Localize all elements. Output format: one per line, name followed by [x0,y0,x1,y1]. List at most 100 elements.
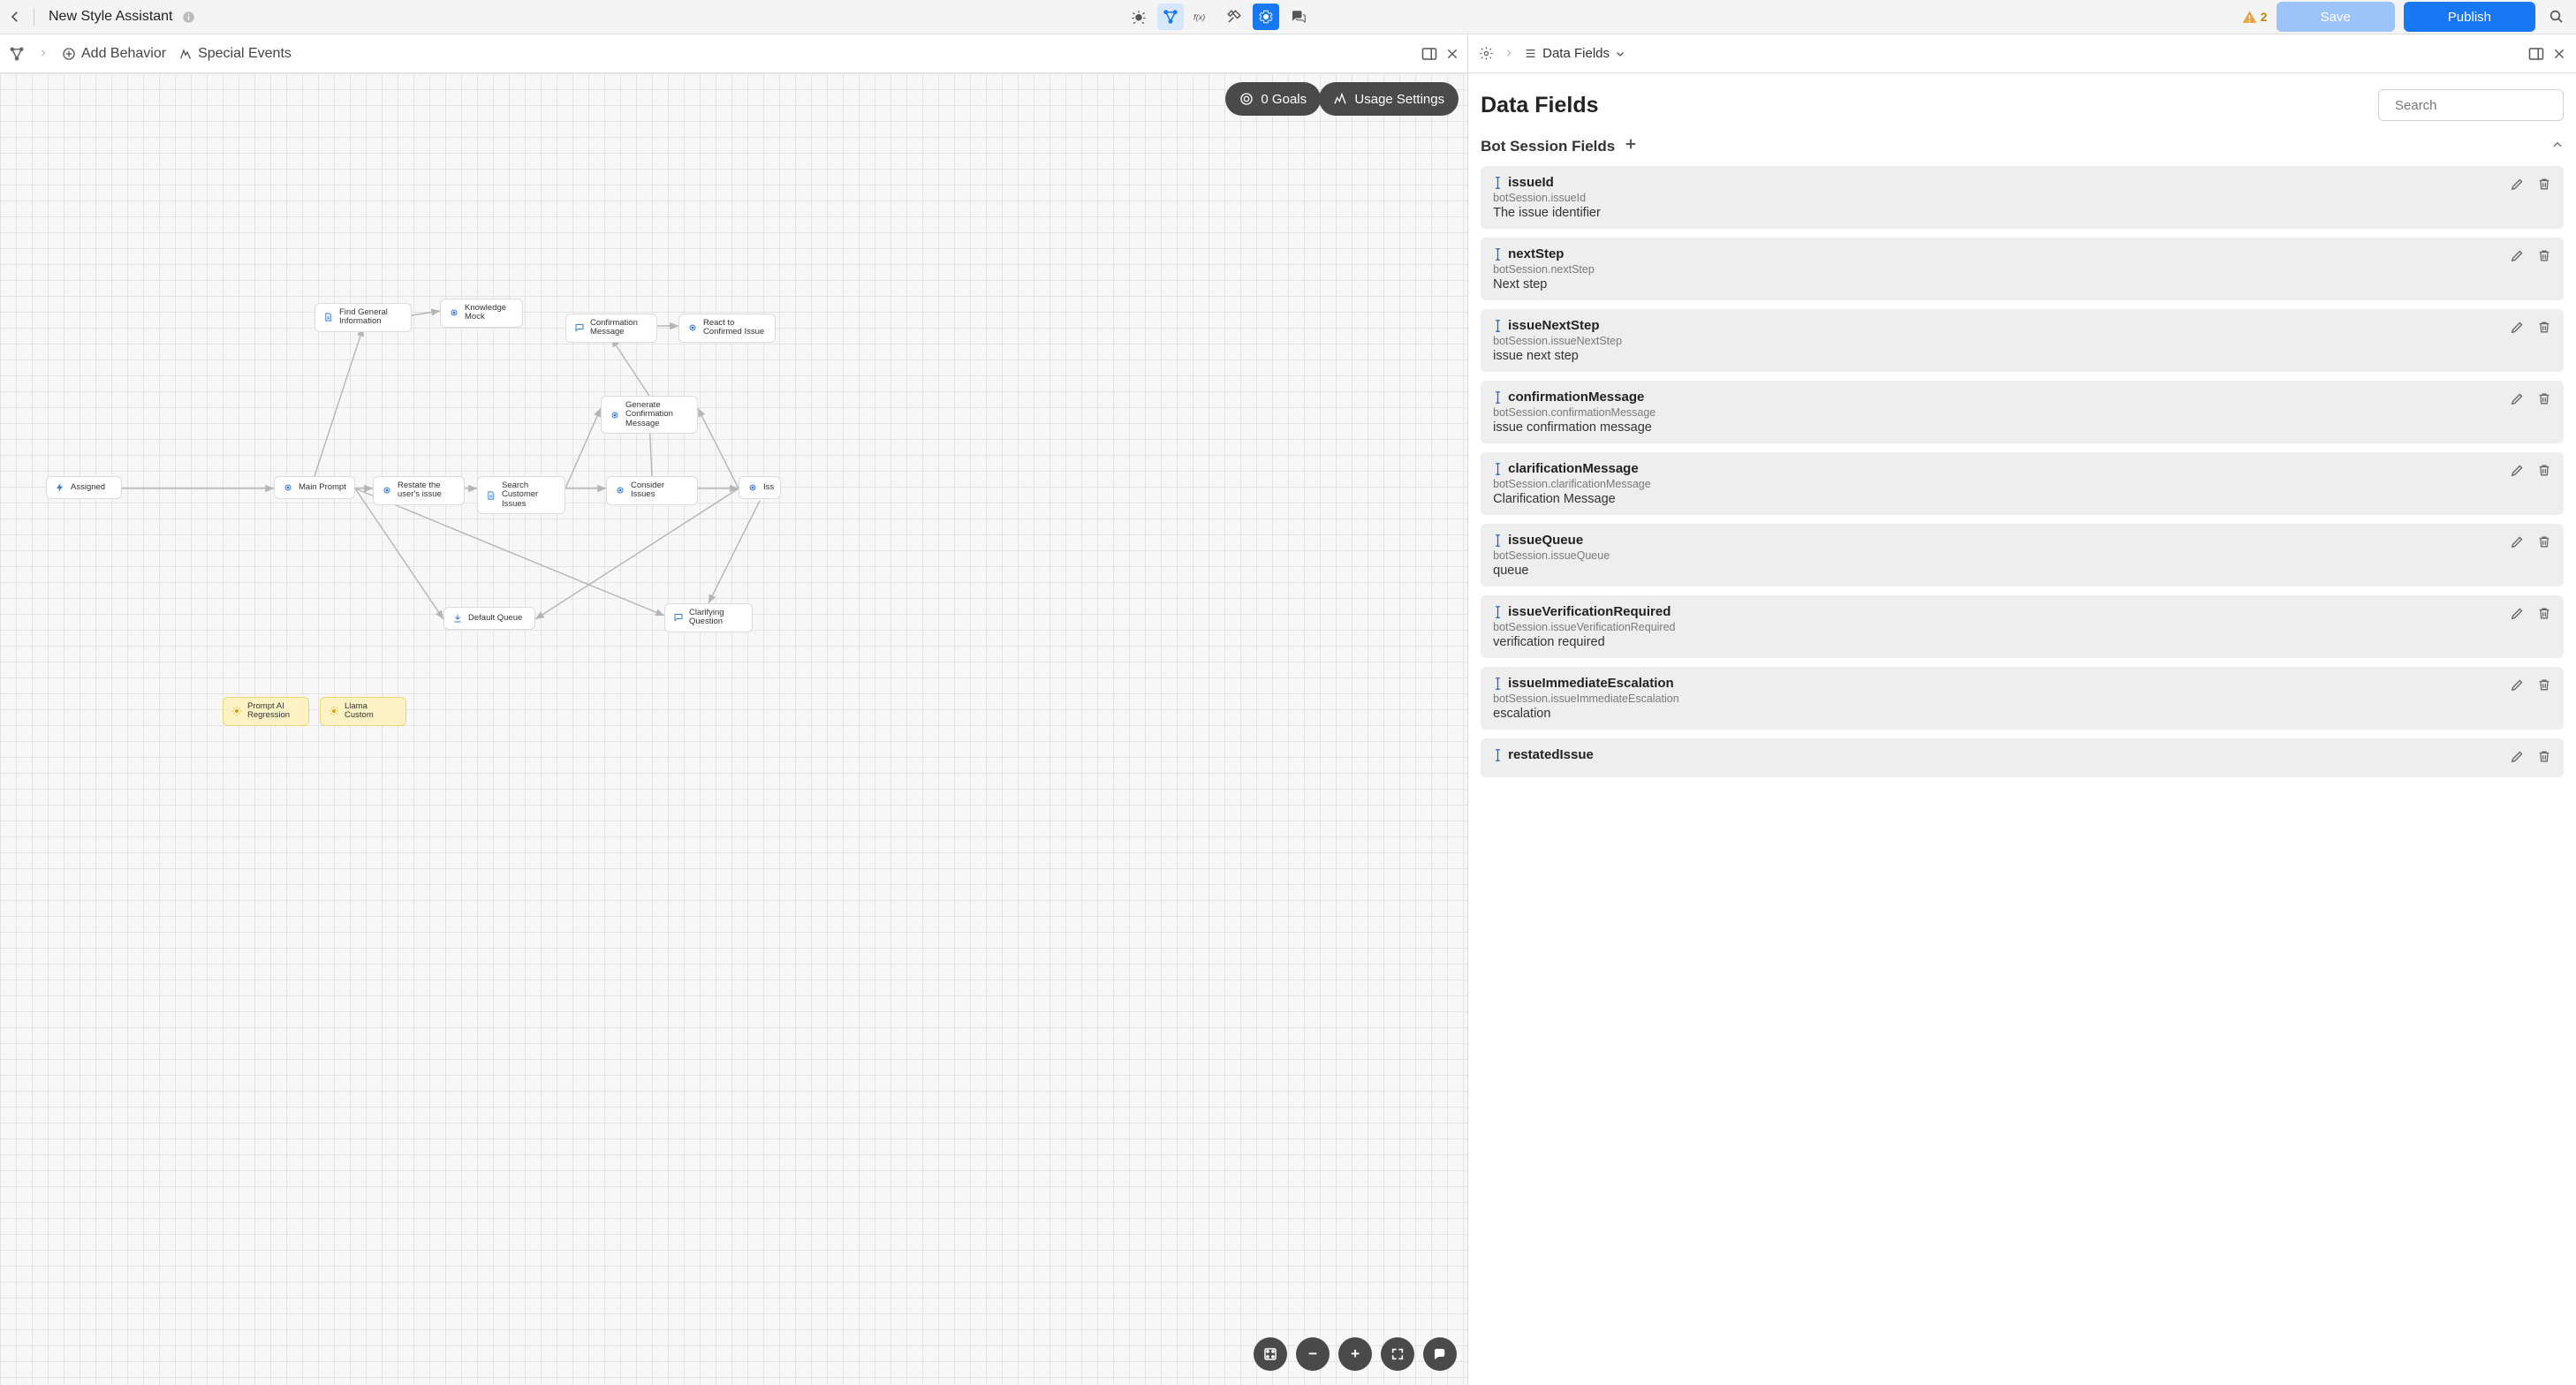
field-card[interactable]: issueVerificationRequired botSession.iss… [1481,595,2564,658]
data-fields-search[interactable] [2378,89,2564,121]
main-content: Add Behavior Special Events 0 Goals [0,34,2576,1385]
bug-icon[interactable] [1125,4,1152,30]
brain-icon [282,482,293,494]
data-fields-search-input[interactable] [2395,98,2571,113]
field-path: botSession.issueId [1493,192,2501,204]
top-header: New Style Assistant f(x) 2 Save Publi [0,0,2576,34]
flow-node-gen-confirm[interactable]: Generate Confirmation Message [601,396,698,434]
brain-icon [609,409,620,420]
publish-button[interactable]: Publish [2404,2,2535,32]
field-card[interactable]: issueImmediateEscalation botSession.issu… [1481,667,2564,730]
collapse-section-icon[interactable] [2551,138,2564,155]
edit-field-button[interactable] [2510,391,2525,411]
right-sub-header: Data Fields [1468,34,2576,73]
field-card[interactable]: issueId botSession.issueId The issue ide… [1481,166,2564,229]
flow-node-consider[interactable]: Consider Issues [606,476,698,505]
field-card[interactable]: issueNextStep botSession.issueNextStep i… [1481,309,2564,372]
edit-field-button[interactable] [2510,320,2525,339]
zoom-out-button[interactable]: − [1296,1337,1330,1371]
add-field-button[interactable] [1624,137,1638,155]
field-card[interactable]: restatedIssue [1481,738,2564,777]
edit-field-button[interactable] [2510,677,2525,697]
field-path: botSession.clarificationMessage [1493,478,2501,490]
node-label: React to Confirmed Issue [703,319,768,337]
back-arrow-icon[interactable] [7,9,23,25]
settings-gear-icon[interactable] [1253,4,1279,30]
flow-node-main-prompt[interactable]: Main Prompt [274,476,355,499]
usage-settings-pill[interactable]: Usage Settings [1319,82,1458,116]
text-cursor-icon [1493,749,1503,761]
text-cursor-icon [1493,677,1503,690]
field-card[interactable]: nextStep botSession.nextStep Next step [1481,238,2564,300]
info-icon[interactable] [182,11,195,24]
goals-pill[interactable]: 0 Goals [1225,82,1321,116]
add-behavior-link[interactable]: Add Behavior [62,46,166,62]
delete-field-button[interactable] [2537,391,2551,411]
field-card[interactable]: confirmationMessage botSession.confirmat… [1481,381,2564,443]
flow-node-confirmation-msg[interactable]: Confirmation Message [565,314,657,343]
close-panel-icon[interactable] [2553,48,2565,60]
node-label: Clarifying Question [689,609,745,627]
panel-layout-icon[interactable] [2528,47,2544,61]
flow-node-llama[interactable]: Llama Custom [320,697,406,726]
field-card[interactable]: issueQueue botSession.issueQueue queue [1481,524,2564,587]
delete-field-button[interactable] [2537,463,2551,482]
right-panel-dropdown[interactable]: Data Fields [1524,46,1625,61]
delete-field-button[interactable] [2537,320,2551,339]
text-cursor-icon [1493,177,1503,189]
flow-node-find-info[interactable]: Find General Information [314,303,412,332]
fullscreen-button[interactable] [1381,1337,1414,1371]
delete-field-button[interactable] [2537,749,2551,768]
flow-node-assigned[interactable]: Assigned [46,476,122,499]
edit-field-button[interactable] [2510,534,2525,554]
flow-root-icon[interactable] [9,46,25,62]
spark-icon [328,706,339,717]
left-sub-right [1421,47,1458,61]
function-icon[interactable]: f(x) [1189,4,1216,30]
field-card[interactable]: clarificationMessage botSession.clarific… [1481,452,2564,515]
flow-node-knowledge-mock[interactable]: Knowledge Mock [440,299,523,328]
field-description: issue confirmation message [1493,420,2501,435]
field-name: issueImmediateEscalation [1508,676,1674,691]
global-search-icon[interactable] [2544,4,2569,29]
flow-node-prompt-ai[interactable]: Prompt AI Regression [223,697,309,726]
special-events-link[interactable]: Special Events [178,46,292,62]
close-panel-icon[interactable] [1446,48,1458,60]
flow-node-iss[interactable]: Iss [739,476,781,499]
field-path: botSession.confirmationMessage [1493,406,2501,419]
flow-canvas[interactable]: 0 Goals Usage Settings Assigned Main Prom… [0,73,1467,1385]
delete-field-button[interactable] [2537,677,2551,697]
flow-node-default-queue[interactable]: Default Queue [443,607,535,630]
comments-icon[interactable] [1284,4,1311,30]
field-description: queue [1493,564,2501,578]
flow-node-search-issues[interactable]: Search Customer Issues [477,476,565,514]
panel-layout-icon[interactable] [1421,47,1437,61]
edit-field-button[interactable] [2510,463,2525,482]
flow-node-restate[interactable]: Restate the user's issue [373,476,465,505]
fit-view-button[interactable] [1254,1337,1287,1371]
chat-button[interactable] [1423,1337,1457,1371]
field-name: issueQueue [1508,533,1583,548]
delete-field-button[interactable] [2537,606,2551,625]
flow-node-react-confirmed[interactable]: React to Confirmed Issue [678,314,776,343]
warning-indicator[interactable]: 2 [2242,10,2268,25]
field-name: issueNextStep [1508,318,1599,333]
tools-icon[interactable] [1221,4,1247,30]
delete-field-button[interactable] [2537,534,2551,554]
edit-field-button[interactable] [2510,606,2525,625]
node-label: Default Queue [468,614,522,623]
edit-field-button[interactable] [2510,248,2525,268]
save-button[interactable]: Save [2277,2,2395,32]
flow-node-clarifying[interactable]: Clarifying Question [664,603,753,632]
field-path: botSession.issueQueue [1493,549,2501,562]
delete-field-button[interactable] [2537,177,2551,196]
left-sub-header: Add Behavior Special Events [0,34,1467,73]
delete-field-button[interactable] [2537,248,2551,268]
edit-field-button[interactable] [2510,749,2525,768]
field-name: issueVerificationRequired [1508,604,1671,619]
flow-icon[interactable] [1157,4,1184,30]
gear-icon[interactable] [1479,46,1494,61]
edit-field-button[interactable] [2510,177,2525,196]
doc-icon [322,312,334,323]
zoom-in-button[interactable]: + [1338,1337,1372,1371]
